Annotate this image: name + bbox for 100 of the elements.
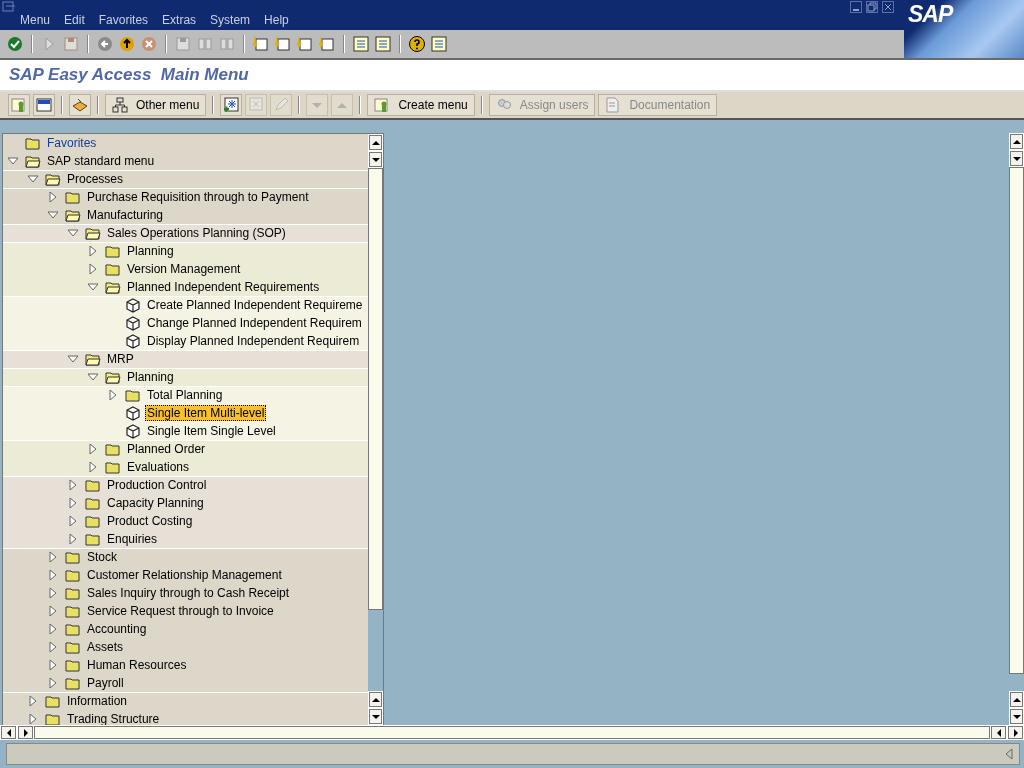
window-menu-icon[interactable] <box>2 1 16 13</box>
scroll-up-button[interactable] <box>1010 692 1023 707</box>
expand-icon[interactable] <box>87 245 99 257</box>
expand-icon[interactable] <box>67 533 79 545</box>
check-icon[interactable] <box>6 35 24 53</box>
tree-node[interactable]: Service Request through to Invoice <box>85 603 276 619</box>
scroll-down-button[interactable] <box>1010 151 1023 166</box>
expand-icon[interactable] <box>47 191 59 203</box>
expand-icon[interactable] <box>27 695 39 707</box>
triangle-left-icon[interactable] <box>1005 748 1013 760</box>
create-menu-button[interactable]: Create menu <box>367 94 475 116</box>
menu-item[interactable]: Help <box>264 13 289 27</box>
menu-item[interactable]: Favorites <box>98 13 149 27</box>
open-folder-icon <box>45 172 61 186</box>
tree-node[interactable]: Processes <box>65 171 126 187</box>
tree-node[interactable]: Payroll <box>85 675 126 691</box>
tree-node[interactable]: Assets <box>85 639 125 655</box>
tree-node[interactable]: Manufacturing <box>85 207 166 223</box>
collapse-icon[interactable] <box>67 227 79 239</box>
package-icon <box>71 97 89 113</box>
tree-node[interactable]: MRP <box>105 351 136 367</box>
scroll-left-button[interactable] <box>991 726 1006 739</box>
cube-icon <box>125 297 141 313</box>
open-folder-icon <box>85 226 101 240</box>
menu-item[interactable]: Menu <box>20 13 51 27</box>
scroll-right-button[interactable] <box>1008 726 1023 739</box>
tree-node[interactable]: Accounting <box>85 621 149 637</box>
expand-icon[interactable] <box>87 443 99 455</box>
minimize-button[interactable] <box>850 1 862 13</box>
expand-icon[interactable] <box>47 659 59 671</box>
scroll-down-button[interactable] <box>1010 709 1023 724</box>
tree-node[interactable]: Planning <box>125 243 176 259</box>
collapse-icon[interactable] <box>67 353 79 365</box>
expand-icon[interactable] <box>87 461 99 473</box>
expand-icon[interactable] <box>47 587 59 599</box>
scroll-up-button[interactable] <box>369 135 382 150</box>
tree-node[interactable]: Purchase Requisition through to Payment <box>85 189 311 205</box>
collapse-icon[interactable] <box>87 281 99 293</box>
scrollbar-thumb[interactable] <box>1009 167 1024 674</box>
tree-node[interactable]: SAP standard menu <box>45 153 157 169</box>
folder-icon <box>105 442 121 456</box>
expand-icon[interactable] <box>67 497 79 509</box>
tree-node[interactable]: Favorites <box>45 135 99 151</box>
restore-button[interactable] <box>866 1 878 13</box>
other-menu-button[interactable]: Other menu <box>105 94 207 116</box>
expand-icon[interactable] <box>47 605 59 617</box>
scroll-left-button[interactable] <box>1 726 16 739</box>
minimize-icon <box>853 9 859 11</box>
close-button[interactable] <box>882 1 894 13</box>
tree-node[interactable]: Single Item Multi-level <box>145 405 267 421</box>
triangle-down-icon <box>371 712 380 721</box>
tree-node[interactable]: Trading Structure <box>65 711 162 725</box>
next-page-icon[interactable] <box>296 35 314 53</box>
menu-item[interactable]: Edit <box>64 13 85 27</box>
scroll-right-button[interactable] <box>18 726 33 739</box>
collapse-icon[interactable] <box>27 173 39 185</box>
cube-icon <box>125 405 141 421</box>
tree-node[interactable]: Sales Inquiry through to Cash Receipt <box>85 585 292 601</box>
sap-menu-button[interactable] <box>33 94 55 116</box>
package-button[interactable] <box>69 94 91 116</box>
expand-icon[interactable] <box>87 263 99 275</box>
scroll-down-button[interactable] <box>369 152 382 167</box>
document-icon <box>605 97 622 113</box>
cube-icon <box>125 423 141 439</box>
expand-icon[interactable] <box>47 569 59 581</box>
scroll-up-button[interactable] <box>369 692 382 707</box>
folder-icon <box>65 640 81 654</box>
tree-node[interactable]: Total Planning <box>145 387 225 403</box>
first-page-icon[interactable] <box>252 35 270 53</box>
collapse-icon[interactable] <box>47 209 59 221</box>
previous-page-icon[interactable] <box>274 35 292 53</box>
expand-icon[interactable] <box>47 677 59 689</box>
tree-node[interactable]: Enquiries <box>105 531 160 547</box>
user-menu-button[interactable] <box>8 94 30 116</box>
tree-node[interactable]: Planning <box>125 369 176 385</box>
triangle-up-icon <box>371 138 380 147</box>
expand-icon[interactable] <box>47 551 59 563</box>
folder-icon <box>105 262 121 276</box>
expand-icon[interactable] <box>67 479 79 491</box>
tree-node[interactable]: Stock <box>85 549 119 565</box>
user-icon <box>374 97 391 113</box>
menu-item[interactable]: Extras <box>162 13 197 27</box>
expand-icon[interactable] <box>47 641 59 653</box>
tree-node[interactable]: Human Resources <box>85 657 189 673</box>
expand-icon[interactable] <box>107 389 119 401</box>
scroll-up-button[interactable] <box>1010 134 1023 149</box>
help-icon[interactable] <box>408 35 426 53</box>
pencil-icon <box>273 97 290 113</box>
scrollbar-thumb[interactable] <box>368 168 383 610</box>
menu-item[interactable]: System <box>210 13 251 27</box>
tree-node[interactable]: Evaluations <box>125 459 192 475</box>
tree-node[interactable]: Information <box>65 693 130 709</box>
collapse-icon[interactable] <box>7 155 19 167</box>
collapse-icon[interactable] <box>87 371 99 383</box>
scroll-down-button[interactable] <box>369 709 382 724</box>
expand-icon[interactable] <box>47 623 59 635</box>
last-page-icon[interactable] <box>318 35 336 53</box>
add-to-favorites-button[interactable] <box>220 94 243 116</box>
expand-icon[interactable] <box>67 515 79 527</box>
tree-node[interactable]: Customer Relationship Management <box>85 567 284 583</box>
